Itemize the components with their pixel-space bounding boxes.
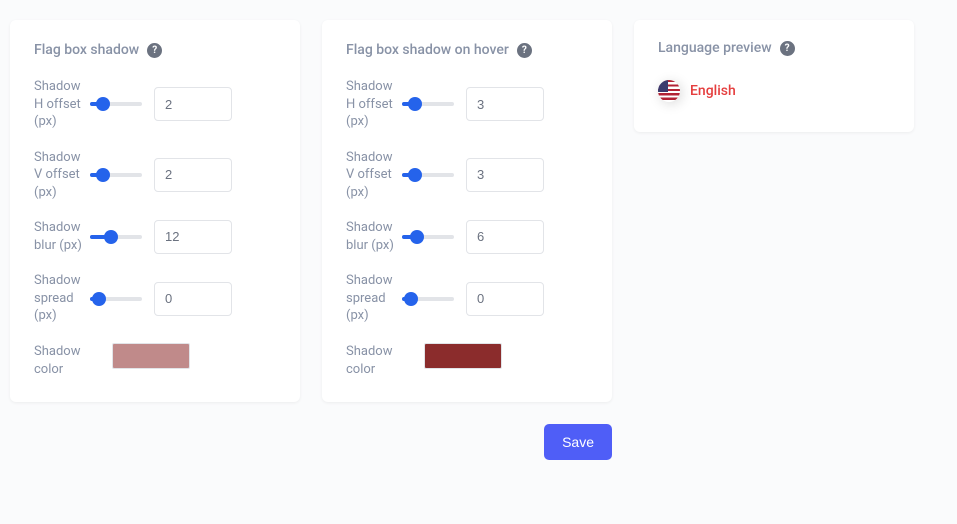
- us-flag-icon: [658, 80, 680, 102]
- blur-slider[interactable]: [90, 234, 142, 240]
- spread-slider-wrap: [90, 296, 146, 302]
- v-offset-input[interactable]: [466, 158, 544, 192]
- card-title-text: Flag box shadow on hover: [346, 42, 509, 58]
- preview-language-label: English: [690, 83, 736, 99]
- blur-row: Shadow blur (px): [346, 219, 588, 254]
- card-title-text: Language preview: [658, 40, 772, 56]
- save-button[interactable]: Save: [544, 424, 612, 460]
- h-offset-input[interactable]: [154, 87, 232, 121]
- card-title: Flag box shadow ?: [34, 42, 276, 58]
- v-offset-slider[interactable]: [402, 172, 454, 178]
- v-offset-label: Shadow V offset (px): [34, 149, 82, 202]
- spread-slider[interactable]: [90, 296, 142, 302]
- v-offset-input[interactable]: [154, 158, 232, 192]
- help-icon[interactable]: ?: [780, 41, 795, 56]
- v-offset-slider-wrap: [402, 172, 458, 178]
- v-offset-label: Shadow V offset (px): [346, 149, 394, 202]
- spread-label: Shadow spread (px): [34, 272, 82, 325]
- color-row: Shadow color: [346, 343, 588, 378]
- blur-slider-wrap: [402, 234, 458, 240]
- h-offset-input[interactable]: [466, 87, 544, 121]
- h-offset-label: Shadow H offset (px): [346, 78, 394, 131]
- v-offset-row: Shadow V offset (px): [346, 149, 588, 202]
- blur-input[interactable]: [154, 220, 232, 254]
- blur-input[interactable]: [466, 220, 544, 254]
- color-label: Shadow color: [34, 343, 82, 378]
- spread-row: Shadow spread (px): [34, 272, 276, 325]
- color-label: Shadow color: [346, 343, 394, 378]
- spread-slider[interactable]: [402, 296, 454, 302]
- preview-flag-row: English: [658, 80, 890, 102]
- spread-input[interactable]: [466, 282, 544, 316]
- h-offset-row: Shadow H offset (px): [34, 78, 276, 131]
- h-offset-slider-wrap: [90, 101, 146, 107]
- flag-shadow-card: Flag box shadow ? Shadow H offset (px) S…: [10, 20, 300, 402]
- color-row: Shadow color: [34, 343, 276, 378]
- h-offset-slider[interactable]: [90, 101, 142, 107]
- card-title: Language preview ?: [658, 40, 890, 56]
- spread-row: Shadow spread (px): [346, 272, 588, 325]
- spread-label: Shadow spread (px): [346, 272, 394, 325]
- color-swatch[interactable]: [112, 343, 190, 369]
- blur-row: Shadow blur (px): [34, 219, 276, 254]
- save-row: Save: [10, 424, 612, 460]
- h-offset-slider[interactable]: [402, 101, 454, 107]
- help-icon[interactable]: ?: [147, 43, 162, 58]
- help-icon[interactable]: ?: [517, 43, 532, 58]
- language-preview-card: Language preview ? English: [634, 20, 914, 132]
- v-offset-slider[interactable]: [90, 172, 142, 178]
- card-title: Flag box shadow on hover ?: [346, 42, 588, 58]
- h-offset-row: Shadow H offset (px): [346, 78, 588, 131]
- blur-slider-wrap: [90, 234, 146, 240]
- h-offset-slider-wrap: [402, 101, 458, 107]
- color-swatch[interactable]: [424, 343, 502, 369]
- v-offset-row: Shadow V offset (px): [34, 149, 276, 202]
- flag-shadow-hover-card: Flag box shadow on hover ? Shadow H offs…: [322, 20, 612, 402]
- card-title-text: Flag box shadow: [34, 42, 139, 58]
- v-offset-slider-wrap: [90, 172, 146, 178]
- spread-input[interactable]: [154, 282, 232, 316]
- blur-label: Shadow blur (px): [346, 219, 394, 254]
- spread-slider-wrap: [402, 296, 458, 302]
- blur-label: Shadow blur (px): [34, 219, 82, 254]
- blur-slider[interactable]: [402, 234, 454, 240]
- h-offset-label: Shadow H offset (px): [34, 78, 82, 131]
